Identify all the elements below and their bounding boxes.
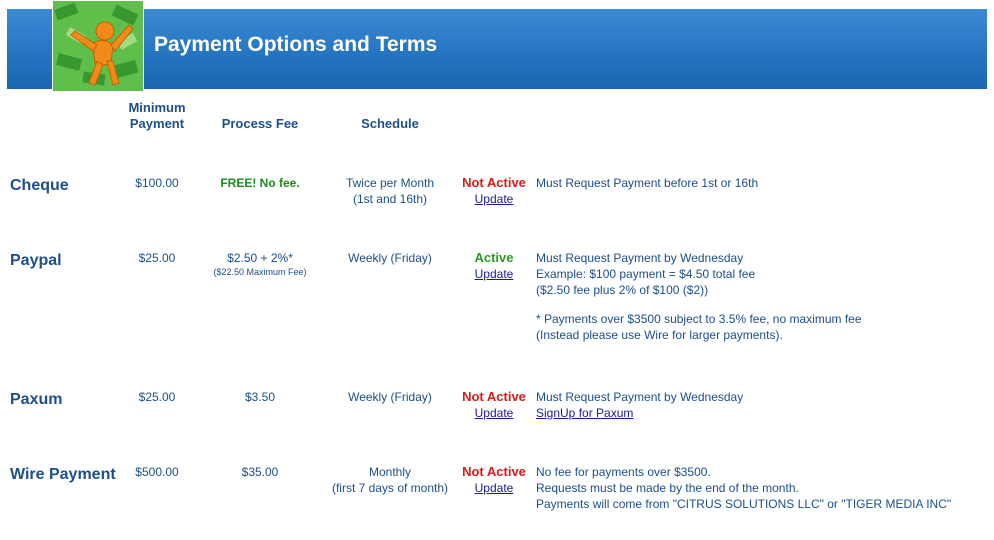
update-link[interactable]: Update <box>462 405 526 421</box>
method-name: Paxum <box>10 391 63 408</box>
status-badge: Not Active <box>462 389 526 404</box>
column-header-schedule: Schedule <box>361 116 419 131</box>
method-name: Cheque <box>10 177 69 194</box>
status-badge: Not Active <box>462 464 526 479</box>
method-name: Wire Payment <box>10 466 116 483</box>
process-fee-value: $2.50 + 2%* <box>227 251 293 265</box>
page-title: Payment Options and Terms <box>154 33 438 56</box>
minimum-payment: $100.00 <box>135 176 179 190</box>
column-header-process-fee: Process Fee <box>221 116 299 131</box>
minimum-payment: $25.00 <box>138 390 176 404</box>
minimum-payment: $25.00 <box>138 251 176 265</box>
payment-notes: No fee for payments over $3500. Requests… <box>536 464 951 512</box>
process-fee: $2.50 + 2%* ($22.50 Maximum Fee) <box>200 250 320 278</box>
payment-notes: Must Request Payment before 1st or 16th <box>536 175 758 191</box>
note-line: Requests must be made by the end of the … <box>536 481 799 495</box>
note-line: ($2.50 fee plus 2% of $100 ($2)) <box>536 283 709 297</box>
process-fee-note: ($22.50 Maximum Fee) <box>213 267 307 277</box>
schedule: Twice per Month (1st and 16th) <box>320 175 460 207</box>
update-link[interactable]: Update <box>462 266 526 282</box>
note-line: Must Request Payment by Wednesday <box>536 390 744 404</box>
note-line: No fee for payments over $3500. <box>536 465 711 479</box>
note-line: Must Request Payment before 1st or 16th <box>536 176 759 190</box>
update-link[interactable]: Update <box>462 480 526 496</box>
schedule-line: (first 7 days of month) <box>331 481 449 495</box>
note-spacer <box>536 298 862 311</box>
note-line: * Payments over $3500 subject to 3.5% fe… <box>536 312 862 326</box>
note-line: Payments will come from "CITRUS SOLUTION… <box>536 497 952 511</box>
signup-paxum-link[interactable]: SignUp for Paxum <box>536 406 633 420</box>
note-line: Must Request Payment by Wednesday <box>536 251 744 265</box>
process-fee: $35.00 <box>241 465 279 479</box>
note-line: (Instead please use Wire for larger paym… <box>536 328 783 342</box>
schedule-line: (1st and 16th) <box>352 192 428 206</box>
status-badge: Active <box>474 250 514 265</box>
process-fee: FREE! No fee. <box>220 176 300 190</box>
column-header-minimum-payment: Minimum Payment <box>128 100 186 131</box>
schedule: Weekly (Friday) <box>348 251 432 265</box>
payment-notes: Must Request Payment by Wednesday Exampl… <box>536 250 862 343</box>
payment-notes: Must Request Payment by Wednesday SignUp… <box>536 389 743 421</box>
update-link[interactable]: Update <box>462 191 526 207</box>
schedule: Monthly (first 7 days of month) <box>320 464 460 496</box>
schedule-line: Monthly <box>368 465 412 479</box>
method-name: Paypal <box>10 252 62 269</box>
process-fee: $3.50 <box>244 390 276 404</box>
money-man-logo-icon <box>52 0 144 92</box>
schedule: Weekly (Friday) <box>348 390 432 404</box>
status-badge: Not Active <box>462 175 526 190</box>
note-line: Example: $100 payment = $4.50 total fee <box>536 267 756 281</box>
minimum-payment: $500.00 <box>135 465 179 479</box>
schedule-line: Twice per Month <box>345 176 435 190</box>
